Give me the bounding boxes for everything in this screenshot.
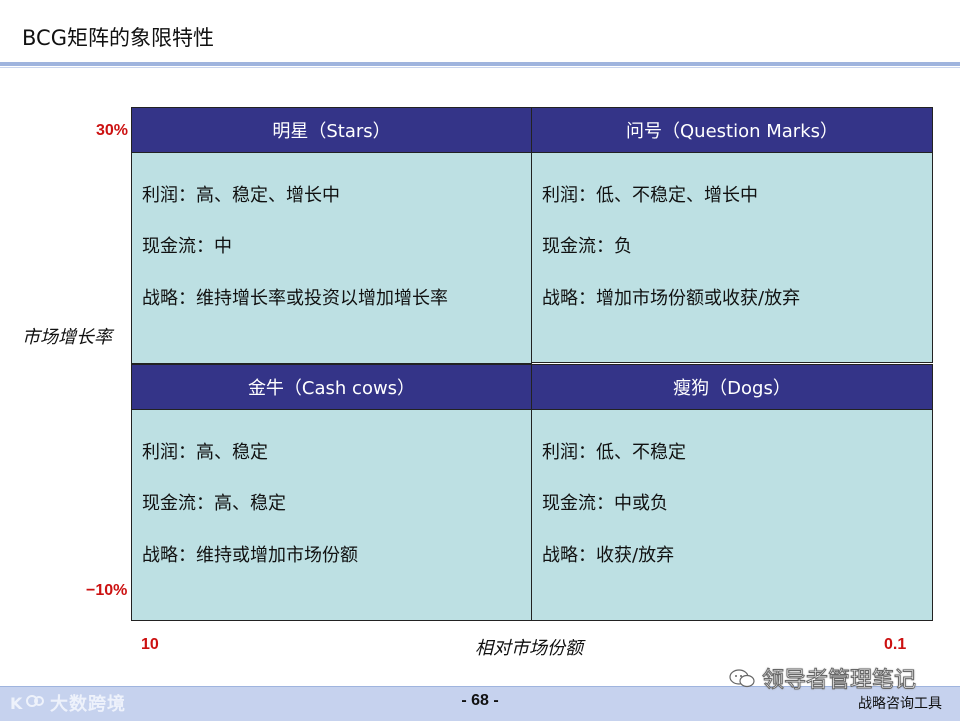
x-axis-left-label: 10 bbox=[141, 636, 159, 653]
x-axis-right-label: 0.1 bbox=[884, 636, 907, 653]
wechat-icon bbox=[729, 669, 755, 688]
cashflow-text: 现金流：中 bbox=[142, 236, 232, 257]
quadrant-stars: 明星（Stars） 利润：高、稳定、增长中 现金流：中 战略：维持增长率或投资以… bbox=[131, 107, 532, 364]
quadrant-header: 问号（Question Marks） bbox=[532, 108, 932, 153]
footer-caption: 战略咨询工具 bbox=[858, 696, 942, 712]
profit-text: 利润：低、不稳定 bbox=[542, 442, 686, 463]
quadrant-header: 金牛（Cash cows） bbox=[132, 365, 531, 410]
page-title: BCG矩阵的象限特性 bbox=[22, 26, 214, 50]
quadrant-header: 瘦狗（Dogs） bbox=[532, 365, 932, 410]
profit-text: 利润：高、稳定、增长中 bbox=[142, 185, 340, 206]
cashflow-text: 现金流：负 bbox=[542, 236, 632, 257]
title-divider bbox=[0, 62, 960, 66]
strategy-text: 战略：收获/放弃 bbox=[542, 545, 675, 566]
watermark: 领导者管理笔记 bbox=[728, 662, 917, 694]
profit-text: 利润：高、稳定 bbox=[142, 442, 268, 463]
title-divider-thin bbox=[0, 67, 960, 68]
page-number: - 68 - bbox=[461, 692, 499, 709]
x-axis-title: 相对市场份额 bbox=[475, 638, 583, 659]
cashflow-text: 现金流：中或负 bbox=[542, 493, 668, 514]
profit-text: 利润：低、不稳定、增长中 bbox=[542, 185, 758, 206]
y-axis-top-label: 30% bbox=[96, 122, 129, 139]
watermark-text: 领导者管理笔记 bbox=[761, 668, 917, 694]
quadrant-question-marks: 问号（Question Marks） 利润：低、不稳定、增长中 现金流：负 战略… bbox=[531, 107, 933, 363]
quadrant-dogs: 瘦狗（Dogs） 利润：低、不稳定 现金流：中或负 战略：收获/放弃 bbox=[531, 364, 933, 621]
cashflow-text: 现金流：高、稳定 bbox=[142, 493, 286, 514]
strategy-text: 战略：维持增长率或投资以增加增长率 bbox=[142, 288, 448, 309]
quadrant-header: 明星（Stars） bbox=[132, 108, 531, 153]
y-axis-bottom-label: −10% bbox=[86, 582, 128, 599]
quadrant-cash-cows: 金牛（Cash cows） 利润：高、稳定 现金流：高、稳定 战略：维持或增加市… bbox=[131, 364, 532, 621]
strategy-text: 战略：维持或增加市场份额 bbox=[142, 545, 358, 566]
strategy-text: 战略：增加市场份额或收获/放弃 bbox=[542, 288, 801, 309]
y-axis-title: 市场增长率 bbox=[22, 327, 112, 348]
